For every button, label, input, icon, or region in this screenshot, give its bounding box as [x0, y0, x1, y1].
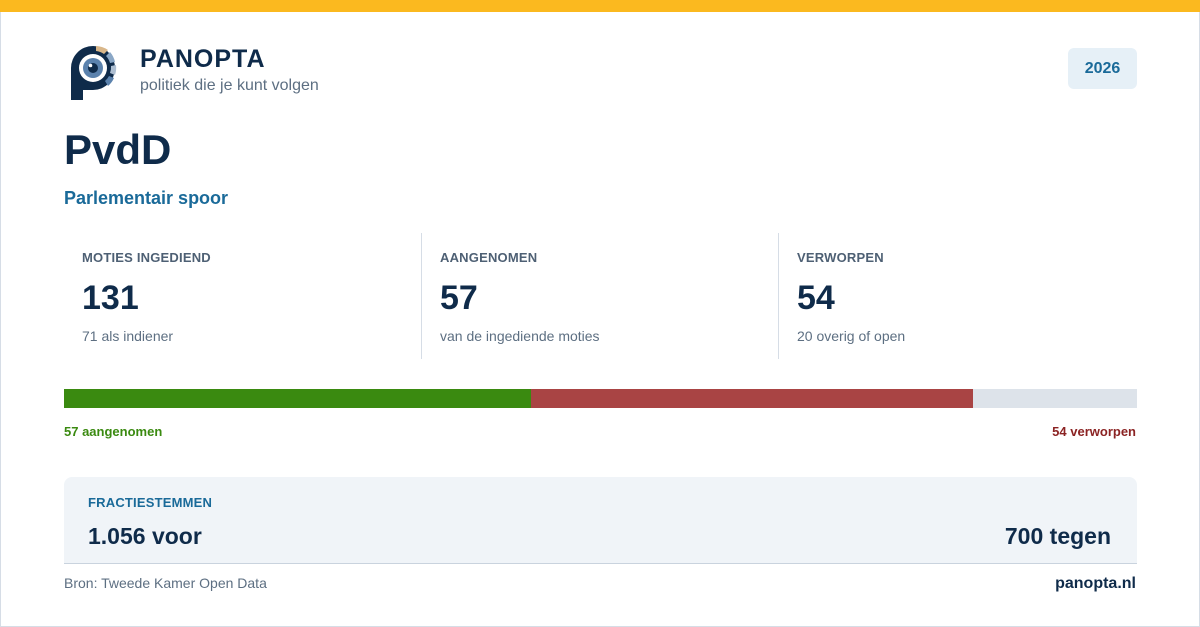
party-title: PvdD	[64, 126, 172, 173]
stat-value: 131	[82, 279, 139, 317]
votes-label: FRACTIESTEMMEN	[88, 495, 213, 510]
stat-label: AANGENOMEN	[440, 250, 538, 265]
adopted-legend: 57 aangenomen	[64, 424, 163, 439]
year-badge: 2026	[1068, 48, 1137, 89]
source-text: Bron: Tweede Kamer Open Data	[64, 575, 267, 591]
panopta-eye-logo-icon	[71, 46, 117, 100]
faction-votes-panel: FRACTIESTEMMEN 1.056 voor 700 tegen	[64, 477, 1137, 564]
votes-against: 700 tegen	[1004, 523, 1111, 549]
bar-segment-adopted	[64, 389, 531, 408]
votes-for: 1.056 voor	[88, 523, 202, 549]
motion-outcome-bar	[64, 389, 1137, 408]
site-link[interactable]: panopta.nl	[1055, 575, 1136, 593]
stat-adopted: AANGENOMEN 57 van de ingediende moties	[421, 233, 778, 359]
top-accent-bar	[0, 0, 1200, 12]
rejected-legend: 54 verworpen	[1052, 424, 1136, 439]
stat-note: 71 als indiener	[82, 328, 174, 344]
stat-note: van de ingediende moties	[440, 328, 600, 344]
bar-segment-rejected	[530, 389, 974, 408]
brand-name: PANOPTA	[140, 45, 266, 73]
stat-value: 57	[440, 279, 478, 317]
stat-note: 20 overig of open	[797, 328, 906, 344]
stat-submitted: MOTIES INGEDIEND 131 71 als indiener	[64, 233, 421, 359]
page-subtitle: Parlementair spoor	[64, 188, 229, 208]
stat-rejected: VERWORPEN 54 20 overig of open	[778, 233, 1137, 359]
brand-tagline: politiek die je kunt volgen	[140, 77, 319, 94]
stat-label: VERWORPEN	[797, 250, 884, 265]
stat-value: 54	[797, 279, 835, 317]
stat-label: MOTIES INGEDIEND	[82, 250, 211, 265]
